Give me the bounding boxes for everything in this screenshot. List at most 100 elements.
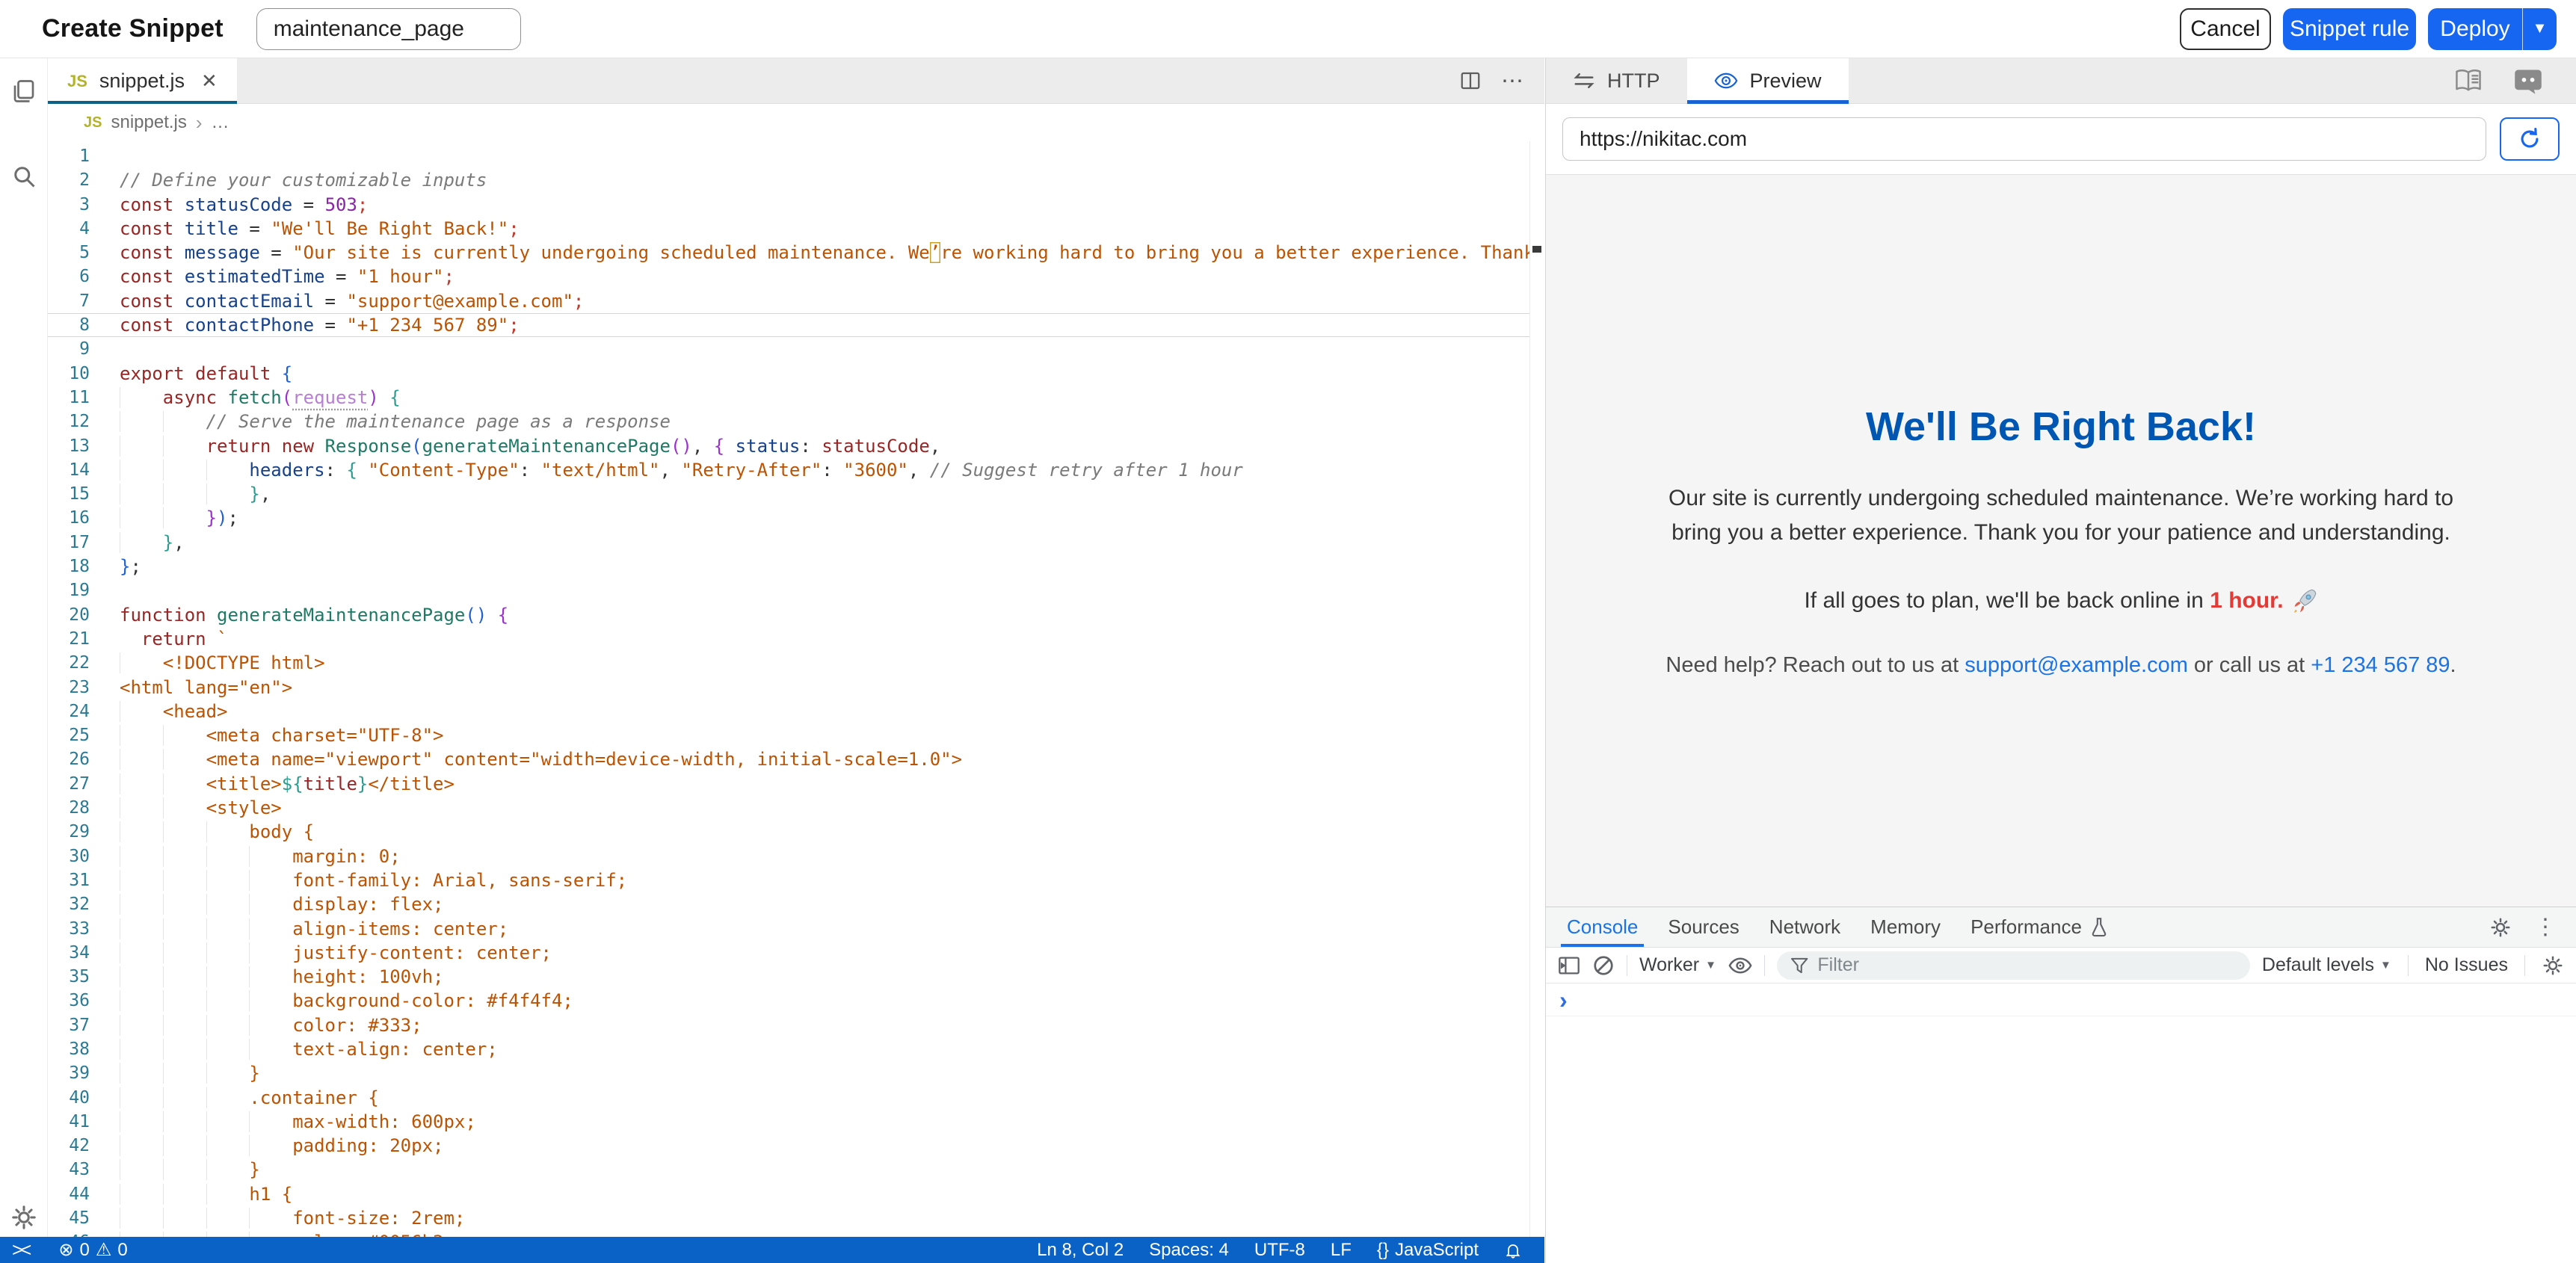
filter-input[interactable] [1817,954,2237,976]
devtools-tab-performance[interactable]: Performance [1957,907,2122,947]
editor-scrollbar[interactable] [1529,141,1544,1237]
code-line[interactable]: 37 color: #333; [48,1013,1544,1037]
warnings-count: 0 [117,1240,127,1261]
notifications-bell-icon[interactable] [1504,1241,1522,1259]
line-number: 34 [48,941,120,965]
code-line[interactable]: 44 h1 { [48,1182,1544,1206]
email-link[interactable]: support@example.com [1965,653,2188,677]
code-line[interactable]: 12 // Serve the maintenance page as a re… [48,410,1544,433]
editor-tab-snippet-js[interactable]: JS snippet.js ✕ [48,58,237,104]
discord-icon[interactable] [2513,67,2543,94]
code-line[interactable]: 25 <meta charset="UTF-8"> [48,723,1544,747]
code-line[interactable]: 22 <!DOCTYPE html> [48,651,1544,675]
tab-http[interactable]: HTTP [1546,58,1687,103]
tab-preview[interactable]: Preview [1687,58,1849,103]
settings-gear-icon[interactable] [10,1204,37,1231]
code-line[interactable]: 9 [48,337,1544,361]
snippet-name-input[interactable] [256,8,521,50]
devtools-tab-network[interactable]: Network [1756,907,1854,947]
devtools-gear-icon[interactable] [2489,916,2512,939]
devtools-tab-memory[interactable]: Memory [1857,907,1954,947]
code-line[interactable]: 21 return ` [48,627,1544,651]
code-line[interactable]: 43 } [48,1158,1544,1182]
line-number: 42 [48,1134,120,1158]
code-line[interactable]: 36 background-color: #f4f4f4; [48,989,1544,1013]
split-editor-icon[interactable] [1459,70,1482,92]
snippet-rule-button[interactable]: Snippet rule [2283,8,2416,50]
devtools-tab-sources[interactable]: Sources [1654,907,1752,947]
code-line[interactable]: 6const estimatedTime = "1 hour"; [48,265,1544,288]
code-line[interactable]: 28 <style> [48,796,1544,820]
code-line[interactable]: 15 }, [48,482,1544,506]
code-line[interactable]: 8const contactPhone = "+1 234 567 89"; [48,313,1544,337]
remote-indicator-icon[interactable]: >< [12,1238,28,1262]
code-line[interactable]: 46 color: #0056b3; [48,1230,1544,1237]
code-line[interactable]: 10export default { [48,362,1544,386]
language-mode[interactable]: {} JavaScript [1377,1240,1479,1261]
code-line[interactable]: 31 font-family: Arial, sans-serif; [48,868,1544,892]
code-line[interactable]: 23<html lang="en"> [48,676,1544,700]
line-number: 10 [48,362,120,386]
refresh-button[interactable] [2500,117,2560,161]
cursor-position[interactable]: Ln 8, Col 2 [1037,1240,1124,1261]
clear-console-icon[interactable] [1592,954,1615,977]
cancel-button[interactable]: Cancel [2180,8,2271,50]
devtools-tab-console[interactable]: Console [1553,907,1651,947]
indent-setting[interactable]: Spaces: 4 [1149,1240,1229,1261]
deploy-button[interactable]: Deploy [2428,8,2522,50]
code-line[interactable]: 3const statusCode = 503; [48,193,1544,217]
encoding[interactable]: UTF-8 [1254,1240,1305,1261]
deploy-dropdown-button[interactable]: ▼ [2522,8,2557,50]
docs-book-icon[interactable] [2453,68,2483,93]
code-line[interactable]: 2// Define your customizable inputs [48,168,1544,192]
code-line[interactable]: 11 async fetch(request) { [48,386,1544,410]
code-line[interactable]: 13 return new Response(generateMaintenan… [48,434,1544,458]
live-expression-eye-icon[interactable] [1728,957,1752,975]
toggle-sidebar-icon[interactable] [1558,956,1580,975]
code-line[interactable]: 33 align-items: center; [48,917,1544,941]
console-settings-icon[interactable] [2542,954,2564,977]
console-prompt[interactable]: › [1546,983,2576,1016]
console-filter[interactable] [1777,951,2250,980]
code-line[interactable]: 29 body { [48,820,1544,844]
devtools-menu-icon[interactable]: ⋮ [2534,916,2557,939]
console-output[interactable]: › [1546,983,2576,1016]
search-icon[interactable] [10,163,37,190]
code-line[interactable]: 39 } [48,1061,1544,1085]
code-line[interactable]: 27 <title>${title}</title> [48,772,1544,796]
code-line[interactable]: 30 margin: 0; [48,844,1544,868]
code-line[interactable]: 35 height: 100vh; [48,965,1544,989]
code-line[interactable]: 19 [48,578,1544,602]
eol-setting[interactable]: LF [1331,1240,1352,1261]
code-line[interactable]: 45 font-size: 2rem; [48,1206,1544,1230]
code-line[interactable]: 42 padding: 20px; [48,1134,1544,1158]
code-line[interactable]: 26 <meta name="viewport" content="width=… [48,747,1544,771]
code-line[interactable]: 14 headers: { "Content-Type": "text/html… [48,458,1544,482]
code-line[interactable]: 32 display: flex; [48,892,1544,916]
code-line[interactable]: 34 justify-content: center; [48,941,1544,965]
code-line[interactable]: 5const message = "Our site is currently … [48,241,1544,265]
code-line[interactable]: 17 }, [48,531,1544,555]
code-line[interactable]: 20function generateMaintenancePage() { [48,603,1544,627]
code-line[interactable]: 38 text-align: center; [48,1037,1544,1061]
files-icon[interactable] [10,78,37,105]
code-line[interactable]: 1 [48,144,1544,168]
code-area[interactable]: 12// Define your customizable inputs3con… [48,141,1544,1237]
default-levels-select[interactable]: Default levels▼ [2262,954,2391,976]
code-line[interactable]: 41 max-width: 600px; [48,1110,1544,1134]
worker-select[interactable]: Worker▼ [1639,954,1716,976]
problems-indicator[interactable]: ⊗ 0 ⚠ 0 [58,1239,127,1261]
tab-close-icon[interactable]: ✕ [201,70,218,93]
breadcrumb[interactable]: JS snippet.js › … [48,104,1544,141]
code-line[interactable]: 7const contactEmail = "support@example.c… [48,289,1544,313]
url-input[interactable] [1562,117,2486,161]
phone-link[interactable]: +1 234 567 89 [2311,653,2450,677]
code-line[interactable]: 4const title = "We'll Be Right Back!"; [48,217,1544,241]
more-actions-icon[interactable]: ⋯ [1501,68,1523,94]
code-line[interactable]: 18}; [48,555,1544,578]
line-number: 18 [48,555,120,578]
no-issues-label[interactable]: No Issues [2425,954,2508,976]
code-line[interactable]: 24 <head> [48,700,1544,723]
code-line[interactable]: 40 .container { [48,1086,1544,1110]
code-line[interactable]: 16 }); [48,506,1544,530]
